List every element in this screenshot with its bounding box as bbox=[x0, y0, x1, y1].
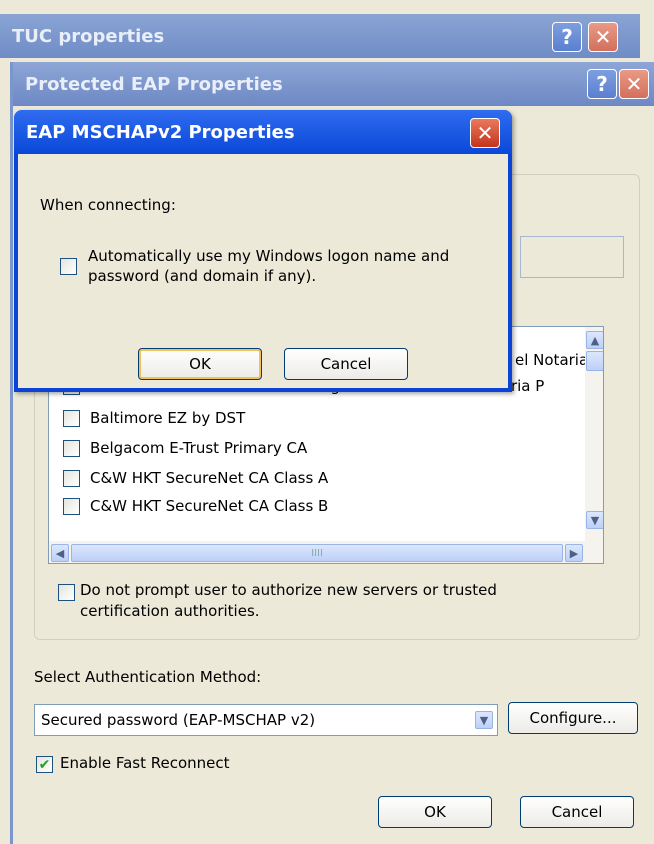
peap-titlebar: Protected EAP Properties bbox=[13, 62, 654, 106]
scroll-up-button[interactable]: ▲ bbox=[586, 331, 603, 349]
scroll-down-button[interactable]: ▼ bbox=[586, 511, 603, 529]
auth-method-label: Select Authentication Method: bbox=[34, 668, 262, 686]
list-item[interactable]: el Notaria bbox=[515, 347, 588, 373]
scroll-grip: IIII bbox=[311, 547, 323, 559]
help-icon: ? bbox=[561, 25, 573, 49]
close-icon: ✕ bbox=[594, 25, 612, 49]
tuc-close-button[interactable]: ✕ bbox=[588, 22, 618, 52]
when-connecting-label: When connecting: bbox=[40, 196, 176, 214]
cert-checkbox[interactable] bbox=[63, 497, 80, 515]
mschap-titlebar: EAP MSCHAPv2 Properties bbox=[14, 110, 512, 154]
chevron-right-icon: ▶ bbox=[569, 546, 579, 560]
mschap-close-button[interactable]: ✕ bbox=[470, 118, 500, 148]
tuc-titlebar: TUC properties bbox=[0, 14, 640, 58]
auth-method-value: Secured password (EAP-MSCHAP v2) bbox=[41, 711, 316, 729]
list-item[interactable]: Baltimore EZ by DST bbox=[63, 405, 245, 431]
tuc-title: TUC properties bbox=[12, 25, 165, 47]
no-prompt-checkbox[interactable] bbox=[58, 584, 75, 601]
cert-name: C&W HKT SecureNet CA Class B bbox=[90, 497, 329, 515]
peap-close-button[interactable]: ✕ bbox=[619, 69, 649, 99]
tuc-properties-window: TUC properties ? ✕ bbox=[0, 10, 640, 60]
auto-logon-checkbox[interactable] bbox=[60, 258, 77, 275]
fast-reconnect-label: Enable Fast Reconnect bbox=[60, 754, 230, 772]
hscroll-thumb[interactable]: IIII bbox=[71, 544, 563, 562]
help-icon: ? bbox=[596, 72, 608, 96]
close-icon: ✕ bbox=[625, 72, 643, 96]
mschap-body: When connecting: Automatically use my Wi… bbox=[18, 154, 508, 388]
scroll-left-button[interactable]: ◀ bbox=[51, 544, 69, 562]
server-name-field[interactable] bbox=[520, 236, 624, 278]
list-item[interactable]: C&W HKT SecureNet CA Class B bbox=[63, 493, 328, 519]
peap-help-button[interactable]: ? bbox=[587, 69, 617, 99]
list-item[interactable]: C&W HKT SecureNet CA Class A bbox=[63, 465, 328, 491]
cert-checkbox[interactable] bbox=[63, 439, 80, 457]
cert-checkbox[interactable] bbox=[63, 409, 80, 427]
cancel-label: Cancel bbox=[320, 355, 372, 373]
chevron-left-icon: ◀ bbox=[55, 546, 65, 560]
auto-logon-label: Automatically use my Windows logon name … bbox=[88, 247, 450, 285]
check-icon: ✔ bbox=[38, 756, 51, 773]
auth-method-select[interactable]: Secured password (EAP-MSCHAP v2) ▼ bbox=[34, 704, 498, 736]
chevron-down-icon: ▼ bbox=[590, 513, 600, 527]
peap-cancel-button[interactable]: Cancel bbox=[520, 796, 634, 828]
list-item[interactable]: Belgacom E-Trust Primary CA bbox=[63, 435, 307, 461]
cert-name: Baltimore EZ by DST bbox=[90, 409, 246, 427]
tuc-help-button[interactable]: ? bbox=[552, 22, 582, 52]
peap-ok-button[interactable]: OK bbox=[378, 796, 492, 828]
ok-label: OK bbox=[189, 355, 211, 373]
mschap-dialog: EAP MSCHAPv2 Properties ✕ When connectin… bbox=[14, 110, 512, 392]
cert-name: Belgacom E-Trust Primary CA bbox=[90, 439, 308, 457]
cert-checkbox[interactable] bbox=[63, 469, 80, 487]
no-prompt-label: Do not prompt user to authorize new serv… bbox=[80, 581, 497, 620]
cancel-label: Cancel bbox=[551, 803, 603, 821]
close-icon: ✕ bbox=[476, 121, 494, 145]
mschap-ok-button[interactable]: OK bbox=[138, 348, 262, 380]
ok-label: OK bbox=[424, 803, 446, 821]
peap-title: Protected EAP Properties bbox=[25, 73, 283, 95]
chevron-up-icon: ▲ bbox=[590, 333, 600, 347]
cert-name: C&W HKT SecureNet CA Class A bbox=[90, 469, 329, 487]
chevron-down-icon[interactable]: ▼ bbox=[475, 711, 493, 729]
cert-name: el Notaria bbox=[515, 351, 589, 369]
scroll-thumb[interactable] bbox=[586, 351, 603, 371]
mschap-cancel-button[interactable]: Cancel bbox=[284, 348, 408, 380]
fast-reconnect-checkbox[interactable]: ✔ bbox=[36, 756, 53, 773]
scroll-right-button[interactable]: ▶ bbox=[565, 544, 583, 562]
mschap-title: EAP MSCHAPv2 Properties bbox=[26, 121, 295, 143]
configure-button[interactable]: Configure... bbox=[508, 702, 638, 734]
configure-label: Configure... bbox=[529, 709, 617, 727]
